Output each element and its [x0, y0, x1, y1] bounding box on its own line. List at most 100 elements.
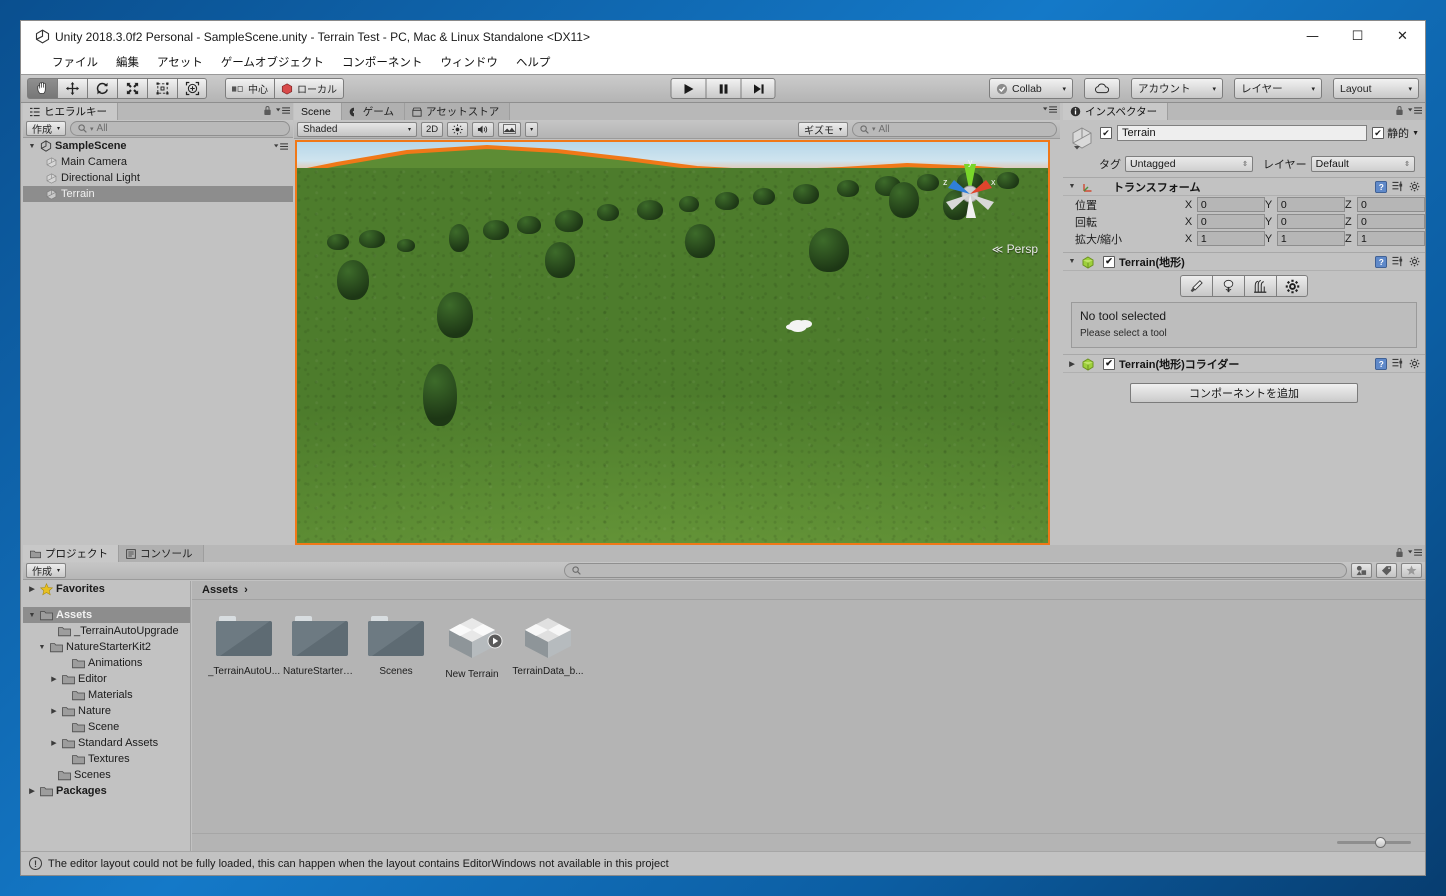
scene-orientation-gizmo[interactable]: y x z [934, 157, 1006, 230]
pivot-mode-button[interactable]: 中心 [225, 78, 274, 99]
tree-item-assets[interactable]: ▼ Assets [23, 607, 190, 623]
scene-menu-icon[interactable] [274, 142, 288, 151]
panel-menu-icon[interactable] [1043, 105, 1057, 114]
add-component-button[interactable]: コンポーネントを追加 [1130, 383, 1358, 403]
asset-item-naturestarterkit2[interactable]: NatureStarterK... [282, 612, 358, 680]
collab-button[interactable]: Collab ▾ [989, 78, 1073, 99]
space-mode-button[interactable]: ローカル [274, 78, 344, 99]
tab-scene[interactable]: Scene [294, 103, 342, 120]
rotation-z-input[interactable]: 0 [1356, 214, 1425, 229]
menu-gameobject[interactable]: ゲームオブジェクト [212, 52, 333, 74]
toggle-audio-button[interactable] [472, 121, 495, 137]
breadcrumb-assets[interactable]: Assets [202, 584, 238, 596]
scene-search-input[interactable]: ▾ All [852, 121, 1057, 137]
terrain-component-header[interactable]: ▼ ✔ Terrain(地形) ? [1063, 252, 1425, 271]
object-active-checkbox[interactable]: ✔ [1100, 127, 1112, 139]
tab-console[interactable]: コンソール [119, 545, 204, 562]
chevron-right-icon[interactable]: ▶ [1067, 360, 1077, 368]
gear-icon[interactable] [1409, 358, 1421, 370]
chevron-down-icon[interactable]: ▼ [1067, 258, 1077, 265]
panel-menu-icon[interactable] [1408, 106, 1422, 115]
icon-size-slider[interactable] [1337, 837, 1411, 848]
asset-item-terrainautoupgrade[interactable]: _TerrainAutoU... [206, 612, 282, 680]
gear-icon[interactable] [1409, 181, 1421, 193]
preset-icon[interactable] [1392, 357, 1404, 370]
favorite-filter-button[interactable] [1401, 563, 1422, 578]
lock-icon[interactable] [1395, 105, 1404, 116]
help-icon[interactable]: ? [1375, 180, 1387, 193]
chevron-right-icon[interactable]: ▶ [49, 675, 59, 683]
effects-dropdown-button[interactable]: ▾ [525, 121, 539, 137]
tab-game[interactable]: ゲーム [341, 103, 405, 120]
terrain-collider-component-header[interactable]: ▶ ✔ Terrain(地形)コライダー ? [1063, 354, 1425, 373]
layout-button[interactable]: Layout ▾ [1333, 78, 1419, 99]
tab-asset-store[interactable]: アセットストア [404, 103, 511, 120]
hierarchy-search-input[interactable]: ▾ All [70, 121, 290, 136]
menu-edit[interactable]: 編集 [107, 52, 148, 74]
scale-tool-button[interactable] [117, 78, 147, 99]
menu-component[interactable]: コンポーネント [333, 52, 432, 74]
gizmos-dropdown[interactable]: ギズモ ▾ [797, 121, 848, 137]
rect-tool-button[interactable] [147, 78, 177, 99]
toggle-2d-button[interactable]: 2D [421, 121, 444, 137]
tree-item-standard-assets[interactable]: ▶ Standard Assets [23, 735, 190, 751]
chevron-right-icon[interactable]: ▶ [27, 585, 37, 593]
play-button[interactable] [670, 78, 706, 99]
paint-trees-icon[interactable] [1212, 275, 1244, 297]
menu-file[interactable]: ファイル [43, 52, 107, 74]
tree-item-textures[interactable]: Textures [23, 751, 190, 767]
step-button[interactable] [740, 78, 776, 99]
position-z[interactable]: Z0 [1345, 197, 1425, 212]
lock-icon[interactable] [1395, 547, 1404, 558]
tree-item-scene[interactable]: Scene [23, 719, 190, 735]
scene-viewport[interactable]: y x z ≪ Persp [295, 140, 1050, 545]
hierarchy-item-main-camera[interactable]: Main Camera [23, 154, 293, 170]
rotation-y-input[interactable]: 0 [1276, 214, 1345, 229]
minimize-button[interactable]: — [1290, 21, 1335, 52]
scale-y-input[interactable]: 1 [1276, 231, 1345, 246]
shading-mode-dropdown[interactable]: Shaded ▾ [297, 121, 417, 137]
transform-component-header[interactable]: ▼ トランスフォーム ? [1063, 177, 1425, 196]
menu-assets[interactable]: アセット [148, 52, 212, 74]
scale-y[interactable]: Y1 [1265, 231, 1345, 246]
scale-x[interactable]: X1 [1185, 231, 1265, 246]
layers-button[interactable]: レイヤー ▾ [1234, 78, 1322, 99]
asset-item-terraindata[interactable]: TerrainData_b... [510, 612, 586, 680]
chevron-down-icon[interactable]: ▼ [27, 143, 37, 150]
rotation-z[interactable]: Z0 [1345, 214, 1425, 229]
chevron-down-icon[interactable]: ▼ [27, 612, 37, 619]
collider-enabled-checkbox[interactable]: ✔ [1103, 357, 1115, 370]
tab-hierarchy[interactable]: ヒエラルキー [23, 103, 118, 120]
hierarchy-create-button[interactable]: 作成 ▾ [26, 121, 67, 136]
scale-x-input[interactable]: 1 [1196, 231, 1265, 246]
status-bar[interactable]: ! The editor layout could not be fully l… [21, 851, 1425, 875]
rotation-y[interactable]: Y0 [1265, 214, 1345, 229]
scale-z[interactable]: Z1 [1345, 231, 1425, 246]
chevron-down-icon[interactable]: ▼ [37, 644, 47, 651]
toggle-effects-button[interactable] [498, 121, 522, 137]
tree-item-terrainautoupgrade[interactable]: _TerrainAutoUpgrade [23, 623, 190, 639]
terrain-enabled-checkbox[interactable]: ✔ [1103, 255, 1115, 268]
preset-icon[interactable] [1392, 180, 1404, 193]
hand-tool-button[interactable] [27, 78, 57, 99]
tab-inspector[interactable]: インスペクター [1063, 103, 1169, 120]
project-create-button[interactable]: 作成 ▾ [26, 563, 67, 578]
preset-icon[interactable] [1392, 255, 1404, 268]
tree-item-animations[interactable]: Animations [23, 655, 190, 671]
chevron-right-icon[interactable]: ▶ [27, 787, 37, 795]
object-name-input[interactable]: Terrain [1117, 125, 1368, 141]
transform-tool-button[interactable] [177, 78, 207, 99]
paint-brush-icon[interactable] [1180, 275, 1212, 297]
toggle-lighting-button[interactable] [447, 121, 469, 137]
menu-window[interactable]: ウィンドウ [431, 52, 507, 74]
tree-item-packages[interactable]: ▶ Packages [23, 783, 190, 799]
tree-item-favorites[interactable]: ▶ Favorites [23, 581, 190, 597]
scale-z-input[interactable]: 1 [1356, 231, 1425, 246]
tab-project[interactable]: プロジェクト [23, 545, 119, 562]
tree-item-nature[interactable]: ▶ Nature [23, 703, 190, 719]
account-button[interactable]: アカウント ▾ [1131, 78, 1223, 99]
paint-details-icon[interactable] [1244, 275, 1276, 297]
chevron-down-icon[interactable]: ▼ [1067, 183, 1077, 190]
project-search-input[interactable] [564, 563, 1347, 578]
tag-dropdown[interactable]: Untagged ⇳ [1125, 156, 1253, 172]
